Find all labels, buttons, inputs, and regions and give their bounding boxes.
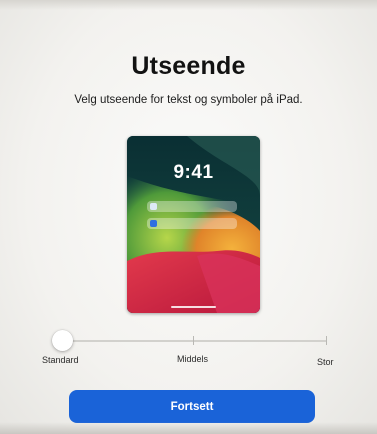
slider-track[interactable] [62,340,327,342]
screen-bottom-edge [0,422,377,434]
app-icon [150,203,157,210]
text-size-slider[interactable]: Standard Middels Stor [0,325,377,375]
slider-tick-stor [326,336,327,345]
slider-label-middels: Middels [177,354,209,364]
slider-tick-middels [193,336,194,345]
page-subtitle: Velg utseende for tekst og symboler på i… [74,94,303,106]
lock-screen-preview: 9:41 [127,136,260,313]
appearance-setup-screen: Utseende Velg utseende for tekst og symb… [0,0,377,434]
screen-top-edge [0,0,377,10]
preview-clock: 9:41 [173,162,214,183]
slider-label-stor: Stor [317,357,334,367]
preview-notification-1 [147,201,237,212]
slider-label-standard: Standard [42,355,79,365]
page-title: Utseende [131,52,246,80]
home-indicator [171,306,216,308]
app-icon [150,220,157,227]
preview-notification-2 [147,218,237,229]
slider-knob[interactable] [52,330,73,351]
continue-button[interactable]: Fortsett [69,390,315,423]
